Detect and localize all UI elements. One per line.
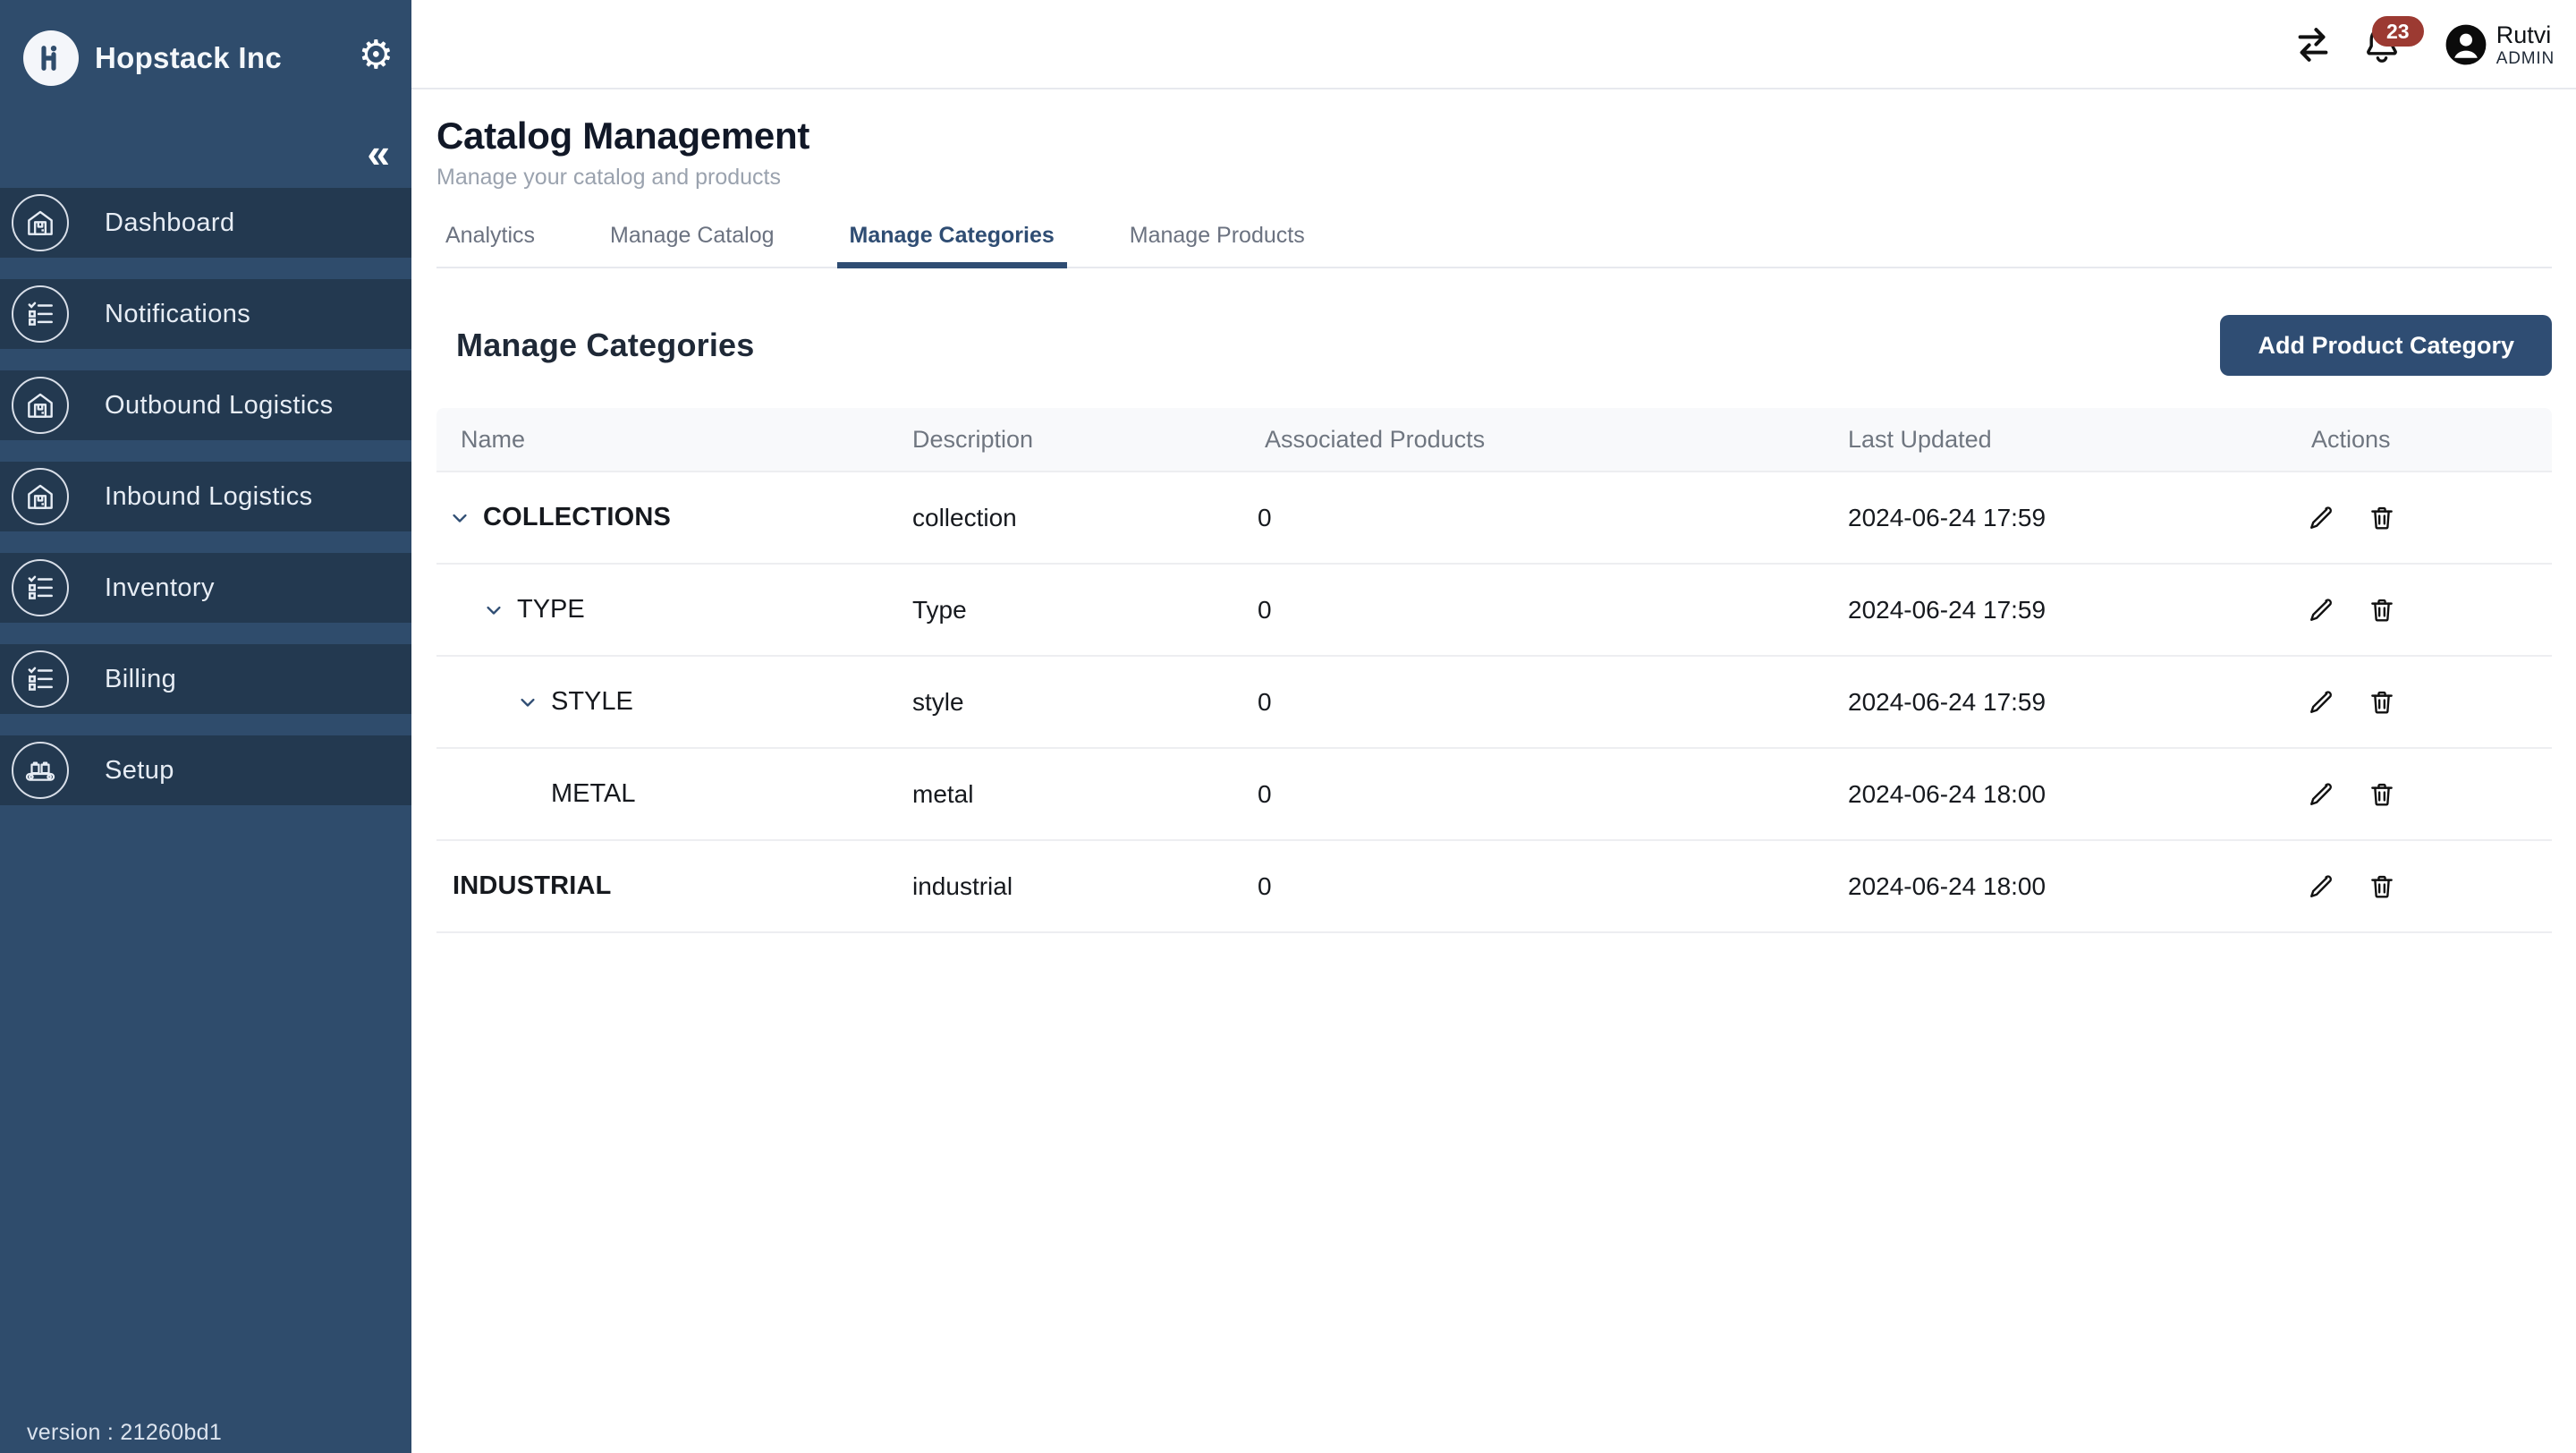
category-description: Type [888,596,1250,625]
category-description: metal [888,780,1250,809]
section-header: Manage Categories Add Product Category [436,315,2552,376]
chevron-down-icon[interactable] [447,505,478,531]
column-header-description: Description [888,426,1250,454]
table-header-row: NameDescriptionAssociated ProductsLast U… [436,408,2552,472]
column-header-actions: Actions [2288,426,2552,454]
delete-trash-icon[interactable] [2367,779,2397,810]
tab-analytics[interactable]: Analytics [436,217,544,267]
conveyor-icon [12,742,69,799]
table-body: COLLECTIONS collection 0 2024-06-24 17:5… [436,472,2552,933]
delete-trash-icon[interactable] [2367,503,2397,533]
sidebar-item-inventory[interactable]: Inventory [0,553,411,623]
sidebar-item-notifications[interactable]: Notifications [0,279,411,349]
company-name: Hopstack Inc [95,41,282,75]
category-description: collection [888,504,1250,532]
column-header-last-updated: Last Updated [1827,426,2288,454]
user-name: Rutvi [2496,21,2555,49]
tab-manage-products[interactable]: Manage Products [1121,217,1314,267]
edit-pencil-icon[interactable] [2306,779,2336,810]
warehouse-icon [12,468,69,525]
page-title: Catalog Management [436,115,2552,157]
sidebar-nav: Dashboard Notifications Outbound Logisti… [0,188,411,827]
checklist-icon [12,559,69,616]
settings-gear-icon[interactable]: ⚙ [359,36,394,75]
category-name-cell: INDUSTRIAL [436,871,888,901]
add-product-category-button[interactable]: Add Product Category [2220,315,2552,376]
row-actions [2288,779,2552,810]
associated-products-count: 0 [1250,780,1827,809]
notification-bell-icon[interactable]: 23 [2360,23,2403,66]
associated-products-count: 0 [1250,596,1827,625]
checklist-icon [12,650,69,708]
notification-count-badge: 23 [2372,16,2424,47]
table-row: COLLECTIONS collection 0 2024-06-24 17:5… [436,472,2552,565]
switch-arrows-icon[interactable] [2292,24,2334,65]
category-name: COLLECTIONS [483,503,671,532]
sidebar-item-dashboard[interactable]: Dashboard [0,188,411,258]
warehouse-icon [12,194,69,251]
edit-pencil-icon[interactable] [2306,503,2336,533]
checklist-icon [12,285,69,343]
row-actions [2288,503,2552,533]
collapse-sidebar-button[interactable]: « [367,132,390,174]
sidebar-item-setup[interactable]: Setup [0,735,411,805]
chevron-down-icon[interactable] [481,597,512,624]
category-name: METAL [551,779,636,809]
topbar-actions: 23 Rutvi ADMIN [2292,0,2555,89]
page-subtitle: Manage your catalog and products [436,165,2552,191]
user-role: ADMIN [2496,49,2555,69]
column-header-associated-products: Associated Products [1250,426,1827,454]
delete-trash-icon[interactable] [2367,687,2397,718]
category-description: style [888,688,1250,717]
section-heading: Manage Categories [456,327,755,364]
associated-products-count: 0 [1250,504,1827,532]
version-label: version : 21260bd1 [27,1420,222,1446]
tab-bar: Analytics Manage Catalog Manage Categories… [436,217,2552,268]
row-actions [2288,871,2552,902]
warehouse-icon [12,377,69,434]
user-avatar-icon[interactable] [2445,23,2487,66]
row-actions [2288,687,2552,718]
column-header-name: Name [436,426,888,454]
row-actions [2288,595,2552,625]
chevron-down-icon[interactable] [515,689,546,716]
edit-pencil-icon[interactable] [2306,595,2336,625]
category-name: TYPE [517,595,585,625]
table-row: INDUSTRIAL industrial 0 2024-06-24 18:00 [436,841,2552,933]
tab-manage-categories[interactable]: Manage Categories [841,217,1063,267]
sidebar-item-inbound-logistics[interactable]: Inbound Logistics [0,462,411,531]
sidebar: Hopstack Inc ⚙ « Dashboard Notifications… [0,0,411,1453]
edit-pencil-icon[interactable] [2306,687,2336,718]
table-row: METAL metal 0 2024-06-24 18:00 [436,749,2552,841]
brand: Hopstack Inc [23,30,282,86]
category-name-cell: TYPE [436,595,888,625]
category-name-cell: COLLECTIONS [436,503,888,532]
category-name: STYLE [551,687,633,717]
hopstack-logo-icon [23,30,79,86]
associated-products-count: 0 [1250,688,1827,717]
table-row: TYPE Type 0 2024-06-24 17:59 [436,565,2552,657]
table-row: STYLE style 0 2024-06-24 17:59 [436,657,2552,749]
category-name: INDUSTRIAL [453,871,612,901]
last-updated: 2024-06-24 18:00 [1827,780,2288,809]
delete-trash-icon[interactable] [2367,595,2397,625]
last-updated: 2024-06-24 17:59 [1827,688,2288,717]
tab-manage-catalog[interactable]: Manage Catalog [601,217,783,267]
edit-pencil-icon[interactable] [2306,871,2336,902]
associated-products-count: 0 [1250,872,1827,901]
category-name-cell: METAL [436,779,888,809]
last-updated: 2024-06-24 18:00 [1827,872,2288,901]
topbar: 23 Rutvi ADMIN [411,0,2576,89]
user-info: Rutvi ADMIN [2496,21,2555,69]
category-name-cell: STYLE [436,687,888,717]
delete-trash-icon[interactable] [2367,871,2397,902]
category-description: industrial [888,872,1250,901]
categories-table: NameDescriptionAssociated ProductsLast U… [436,408,2552,933]
last-updated: 2024-06-24 17:59 [1827,504,2288,532]
sidebar-item-outbound-logistics[interactable]: Outbound Logistics [0,370,411,440]
sidebar-item-billing[interactable]: Billing [0,644,411,714]
last-updated: 2024-06-24 17:59 [1827,596,2288,625]
main-content: Catalog Management Manage your catalog a… [411,89,2576,1453]
